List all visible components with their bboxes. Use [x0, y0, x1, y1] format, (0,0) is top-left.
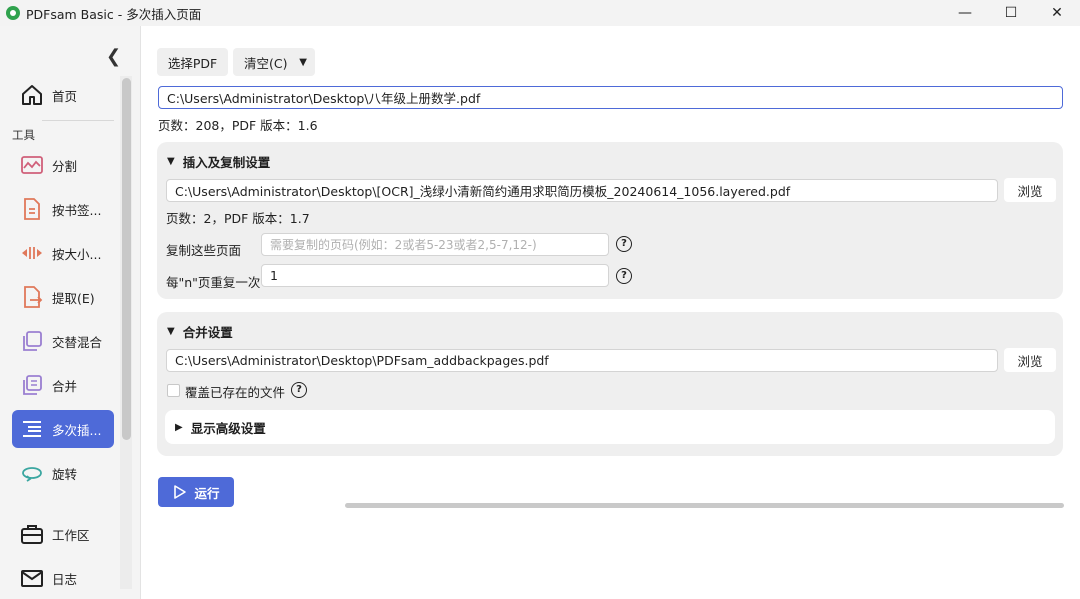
sidebar-item-log[interactable]: 日志 — [12, 559, 114, 597]
help-icon[interactable]: ? — [291, 382, 307, 398]
copy-pages-input[interactable] — [261, 233, 609, 256]
progress-bar — [345, 503, 1064, 508]
sidebar-item-rotate[interactable]: 旋转 — [12, 454, 114, 492]
sidebar-item-label: 分割 — [52, 158, 78, 174]
sidebar-item-extract[interactable]: 提取(E) — [12, 278, 114, 316]
window-title: PDFsam Basic - 多次插入页面 — [26, 6, 202, 22]
sidebar-item-label: 合并 — [52, 378, 78, 394]
briefcase-icon — [18, 520, 46, 548]
sidebar-item-label: 按大小... — [52, 246, 102, 262]
collapse-sidebar-icon[interactable]: ❮ — [106, 46, 121, 67]
sidebar-item-home[interactable]: 首页 — [12, 76, 114, 114]
tools-section-label: 工具 — [12, 128, 35, 142]
copy-pages-label: 复制这些页面 — [166, 243, 242, 258]
multiple-insert-icon — [18, 415, 46, 443]
clear-button-label: 清空(C) — [244, 55, 288, 71]
app-logo-icon — [6, 6, 20, 20]
play-icon — [174, 485, 187, 499]
sidebar-item-label: 提取(E) — [52, 290, 95, 306]
merge-settings-panel: ▼ 合并设置 C:\Users\Administrator\Desktop\PD… — [157, 312, 1063, 456]
output-pdf-path-field[interactable]: C:\Users\Administrator\Desktop\PDFsam_ad… — [166, 349, 998, 372]
sidebar-item-label: 工作区 — [52, 527, 90, 543]
sidebar-item-split-by-bookmarks[interactable]: 按书签... — [12, 190, 114, 228]
expand-triangle-icon: ▶ — [175, 421, 183, 433]
overwrite-checkbox[interactable] — [167, 384, 180, 397]
title-bar: PDFsam Basic - 多次插入页面 — ☐ ✕ — [0, 0, 1080, 26]
sidebar-scrollbar-thumb[interactable] — [122, 78, 131, 440]
rotate-icon — [18, 459, 46, 487]
overwrite-label: 覆盖已存在的文件 — [185, 385, 286, 400]
help-icon[interactable]: ? — [616, 236, 632, 252]
sidebar-item-merge[interactable]: 合并 — [12, 366, 114, 404]
bookmark-split-icon — [18, 195, 46, 223]
panel-title: 合并设置 — [182, 325, 233, 340]
run-button-label: 运行 — [194, 485, 220, 501]
clear-button[interactable]: 清空(C) ▼ — [233, 48, 315, 76]
sidebar-item-label: 交替混合 — [52, 334, 103, 350]
close-button[interactable]: ✕ — [1034, 0, 1080, 26]
alternate-mix-icon — [18, 327, 46, 355]
maximize-button[interactable]: ☐ — [988, 0, 1034, 26]
sidebar-item-split-by-size[interactable]: 按大小... — [12, 234, 114, 272]
help-icon[interactable]: ? — [616, 268, 632, 284]
run-button[interactable]: 运行 — [158, 477, 234, 507]
repeat-every-n-label: 每"n"页重复一次 — [166, 275, 261, 290]
select-pdf-button[interactable]: 选择PDF — [157, 48, 228, 76]
home-icon — [18, 81, 46, 109]
minimize-button[interactable]: — — [942, 0, 988, 26]
insert-pdf-info: 页数：2，PDF 版本：1.7 — [166, 211, 310, 226]
divider — [42, 120, 114, 121]
sidebar-item-alternate-mix[interactable]: 交替混合 — [12, 322, 114, 360]
sidebar-item-label: 日志 — [52, 571, 78, 587]
merge-icon — [18, 371, 46, 399]
show-advanced-settings[interactable]: ▶ 显示高级设置 — [165, 410, 1055, 444]
size-split-icon — [18, 239, 46, 267]
collapse-triangle-icon: ▼ — [167, 326, 175, 337]
sidebar-item-multiple-insert[interactable]: 多次插... — [12, 410, 114, 448]
insert-copy-settings-header[interactable]: ▼ 插入及复制设置 — [167, 152, 270, 171]
extract-icon — [18, 283, 46, 311]
advanced-settings-label: 显示高级设置 — [190, 420, 266, 436]
sidebar: ❮ 首页 工具 分割 按书签... 按大小... 提取(E) 交替混合 合并 多… — [0, 26, 141, 599]
insert-pdf-path-field[interactable]: C:\Users\Administrator\Desktop\[OCR]_浅绿小… — [166, 179, 998, 202]
split-icon — [18, 151, 46, 179]
browse-button[interactable]: 浏览 — [1004, 348, 1056, 372]
sidebar-item-label: 按书签... — [52, 202, 102, 218]
merge-settings-header[interactable]: ▼ 合并设置 — [167, 322, 233, 341]
insert-copy-settings-panel: ▼ 插入及复制设置 C:\Users\Administrator\Desktop… — [157, 142, 1063, 299]
main-panel: 选择PDF 清空(C) ▼ C:\Users\Administrator\Des… — [141, 26, 1080, 599]
chevron-down-icon[interactable]: ▼ — [299, 57, 307, 68]
sidebar-item-label: 多次插... — [52, 422, 102, 438]
mail-icon — [18, 564, 46, 592]
sidebar-item-split[interactable]: 分割 — [12, 146, 114, 184]
repeat-every-n-input[interactable]: 1 — [261, 264, 609, 287]
panel-title: 插入及复制设置 — [182, 155, 271, 170]
sidebar-item-label: 旋转 — [52, 466, 78, 482]
source-pdf-path-field[interactable]: C:\Users\Administrator\Desktop\八年级上册数学.p… — [158, 86, 1063, 109]
sidebar-item-workspace[interactable]: 工作区 — [12, 515, 114, 553]
browse-button[interactable]: 浏览 — [1004, 178, 1056, 202]
source-pdf-info: 页数：208，PDF 版本：1.6 — [158, 118, 318, 133]
collapse-triangle-icon: ▼ — [167, 156, 175, 167]
sidebar-item-label: 首页 — [52, 88, 78, 104]
